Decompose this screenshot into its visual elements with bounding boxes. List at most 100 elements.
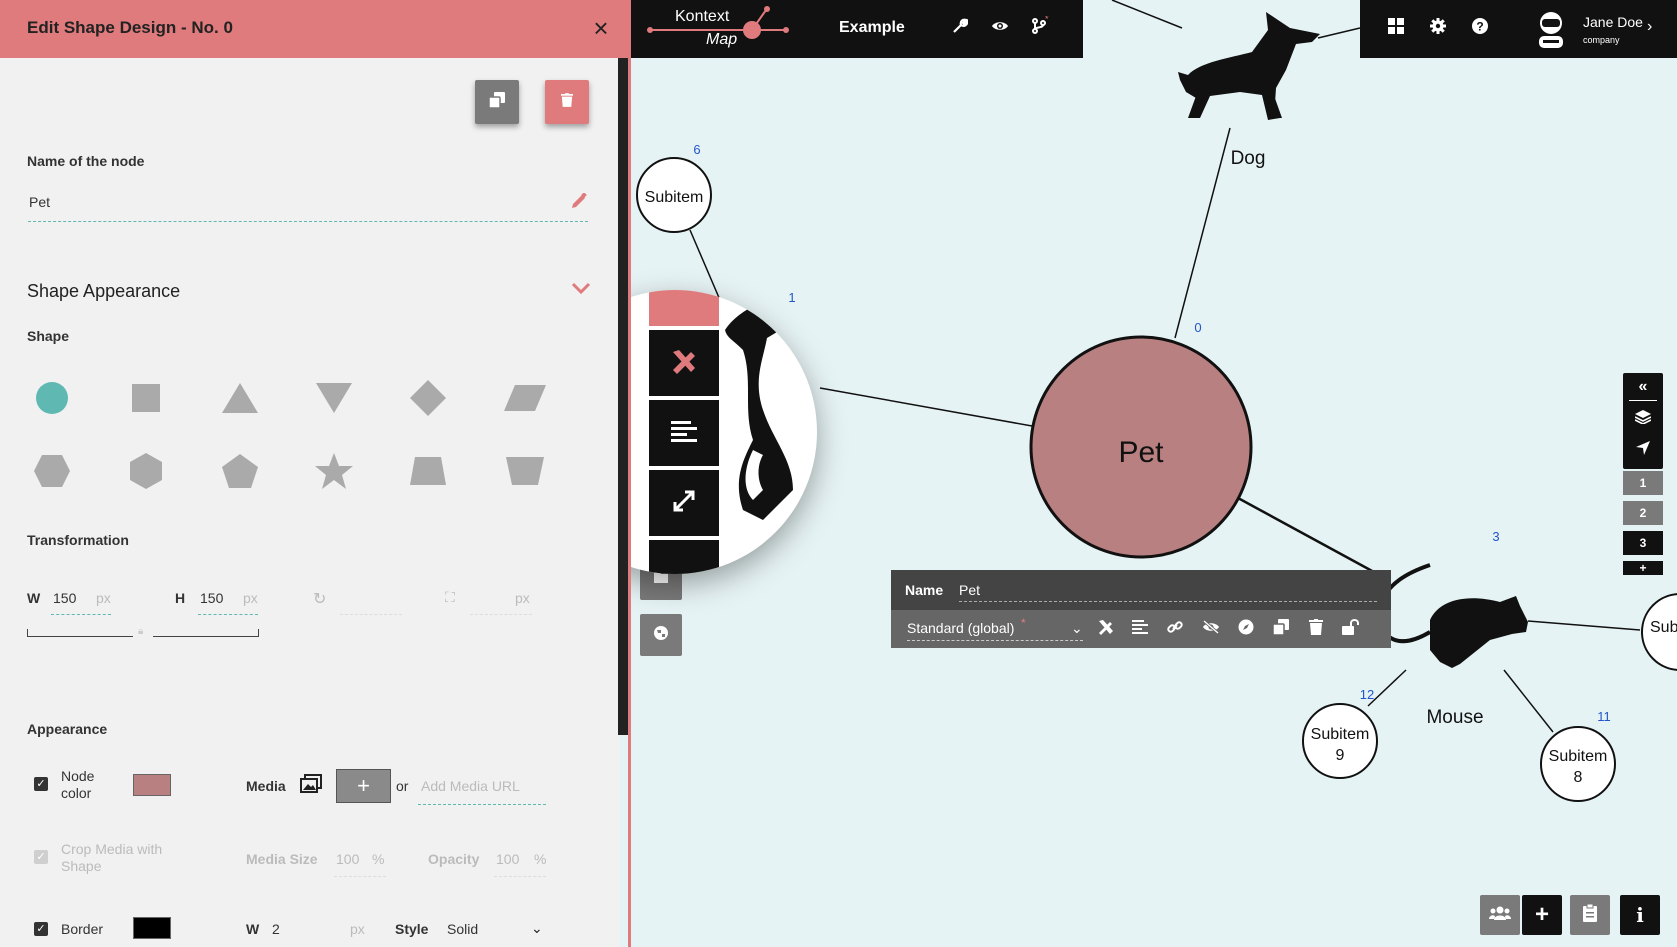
svg-text:*: * (1045, 16, 1049, 24)
info-button[interactable]: i (1620, 895, 1660, 935)
node-toolbar-actions: Standard (global) * ⌄ (891, 610, 1391, 648)
opacity-input[interactable]: 100 (496, 851, 519, 867)
settings-button[interactable] (1427, 17, 1449, 39)
lock-icon[interactable]: 🔒︎ (138, 626, 143, 637)
shape-triangle-option[interactable] (220, 378, 260, 418)
media-url-input[interactable]: Add Media URL (421, 778, 520, 794)
shape-hexagon-vertical-option[interactable] (126, 451, 166, 491)
delete-node-button[interactable] (1306, 618, 1326, 639)
avatar[interactable] (1533, 10, 1569, 48)
preview-button[interactable] (989, 17, 1011, 39)
lock-button[interactable] (1341, 618, 1361, 639)
versions-button[interactable]: * (1029, 14, 1051, 39)
layer-toolbar: « (1623, 373, 1663, 469)
navigate-button[interactable] (1623, 435, 1663, 465)
images-icon[interactable] (300, 774, 322, 799)
design-select[interactable]: Standard (global) (907, 620, 1014, 636)
height-input[interactable]: 150 (200, 590, 223, 606)
node-subitem-9-number: 12 (1360, 687, 1374, 702)
align-left-icon (1132, 619, 1148, 639)
wrench-icon (952, 18, 969, 39)
node-color-checkbox[interactable]: ✓ (34, 777, 48, 791)
add-media-button[interactable]: + (336, 769, 391, 803)
link-button[interactable] (1165, 619, 1185, 639)
duplicate-node-button[interactable] (1271, 618, 1291, 640)
media-size-input[interactable]: 100 (336, 851, 359, 867)
chevron-down-icon[interactable] (571, 281, 591, 300)
users-button[interactable] (1480, 895, 1520, 935)
border-width-input[interactable]: 2 (272, 921, 280, 937)
layer-button-2[interactable]: 2 (1623, 501, 1663, 525)
duplicate-design-button[interactable] (475, 80, 519, 124)
panel-title: Edit Shape Design - No. 0 (27, 18, 233, 37)
design-tools-toolbar-button[interactable] (1096, 619, 1116, 639)
tools-button[interactable] (949, 17, 971, 39)
text-align-button[interactable] (1130, 619, 1150, 639)
kontextmap-logo[interactable]: Kontext Map (646, 4, 791, 54)
node-subitem-top-number: 6 (693, 142, 700, 157)
layer-button-1[interactable]: 1 (1623, 471, 1663, 495)
node-subitem-9-number-label: 9 (1336, 747, 1345, 764)
shape-circle-option[interactable] (32, 378, 72, 418)
rotate-icon[interactable]: ↻ (313, 589, 326, 609)
delete-design-button[interactable] (545, 80, 589, 124)
user-name[interactable]: Jane Doe (1583, 14, 1643, 30)
globe-tool-button[interactable] (640, 614, 682, 656)
user-bar: ? Jane Doe company › (1360, 0, 1677, 58)
node-name-input[interactable]: Pet (959, 582, 980, 598)
node-pet-number: 0 (1194, 320, 1201, 335)
crop-media-checkbox[interactable]: ✓ (34, 850, 48, 864)
pencil-icon[interactable] (571, 192, 587, 214)
copy-icon (1272, 618, 1289, 640)
node-sub-right-label: Sub (1650, 619, 1677, 636)
shape-star-option[interactable] (314, 451, 354, 491)
magnifier-align-tool[interactable] (649, 400, 719, 466)
shape-parallelogram-option[interactable] (500, 378, 550, 418)
help-button[interactable]: ? (1469, 17, 1491, 39)
layer-button-3[interactable]: 3 (1623, 531, 1663, 555)
width-input[interactable]: 150 (53, 590, 76, 606)
collapse-double-left-icon[interactable]: « (1623, 373, 1663, 401)
clipboard-icon (1583, 903, 1597, 927)
magnifier-top-tool[interactable] (649, 290, 719, 326)
layers-button[interactable] (1623, 405, 1663, 433)
border-color-swatch[interactable] (133, 917, 171, 939)
focus-button[interactable] (1236, 619, 1256, 639)
magnifier-resize-tool[interactable] (649, 470, 719, 536)
shape-diamond-option[interactable] (408, 378, 448, 418)
chevron-down-icon[interactable]: ⌄ (531, 920, 543, 937)
or-label: or (396, 778, 409, 794)
border-checkbox[interactable]: ✓ (34, 922, 48, 936)
shape-pentagon-option[interactable] (220, 451, 260, 491)
plus-icon: + (357, 773, 370, 798)
shape-trapezoid-inverted-option[interactable] (500, 451, 550, 491)
node-color-swatch[interactable] (133, 774, 171, 796)
hide-button[interactable] (1201, 619, 1221, 639)
fullscreen-icon[interactable]: ⛶ (445, 589, 455, 606)
close-icon[interactable]: × (587, 14, 615, 42)
add-node-button[interactable]: + (1522, 895, 1562, 935)
edge-top (1111, 0, 1183, 29)
magnifier-more-tool[interactable] (649, 540, 719, 574)
node-name-field[interactable]: Pet (29, 194, 50, 210)
shape-square-option[interactable] (126, 378, 166, 418)
shape-trapezoid-option[interactable] (408, 451, 448, 491)
media-size-unit: % (372, 851, 385, 867)
gear-icon (1430, 17, 1446, 39)
panel-scrollbar[interactable] (618, 58, 628, 735)
shape-appearance-heading[interactable]: Shape Appearance (27, 281, 180, 302)
node-quick-toolbar: Name Pet Standard (global) * ⌄ (891, 570, 1391, 648)
copy-icon (488, 91, 505, 113)
add-layer-button[interactable]: + (1623, 561, 1663, 575)
shape-hexagon-option[interactable] (32, 451, 72, 491)
clipboard-button[interactable] (1570, 895, 1610, 935)
design-select-underline (907, 640, 1083, 641)
node-name-heading: Name of the node (27, 153, 145, 169)
magnifier-design-tool[interactable] (649, 330, 719, 396)
border-style-select[interactable]: Solid (447, 921, 478, 937)
chevron-down-icon[interactable]: ⌄ (1071, 620, 1083, 637)
height-underline (198, 614, 258, 615)
shape-triangle-down-option[interactable] (314, 378, 354, 418)
dashboard-button[interactable] (1385, 17, 1407, 39)
chevron-right-icon[interactable]: › (1647, 18, 1652, 36)
